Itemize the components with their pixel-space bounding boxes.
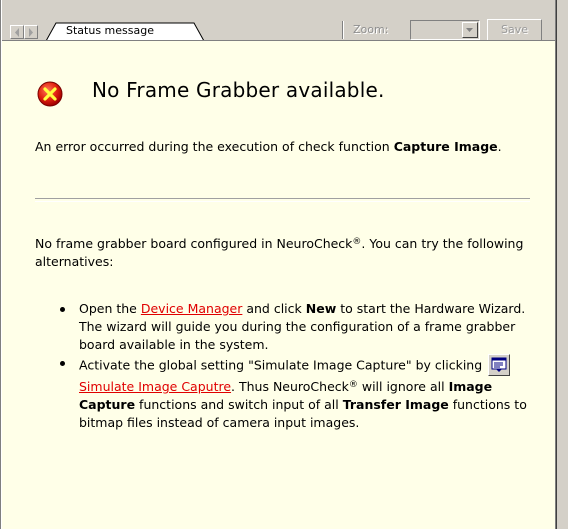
alt2-text-a: Activate the global setting "Simulate Im… — [79, 357, 487, 373]
tab-label: Status message — [66, 24, 154, 37]
toolbar-separator — [342, 21, 344, 39]
alt2-bold-transfer-image: Transfer Image — [342, 397, 449, 412]
alternatives-list: Open the Device Manager and click New to… — [35, 300, 535, 432]
tab-status-message[interactable]: Status message — [46, 22, 206, 41]
error-icon — [37, 81, 63, 107]
list-item: Open the Device Manager and click New to… — [35, 300, 535, 354]
toolbar: Status message Zoom: Save — [2, 0, 555, 41]
zoom-dropdown-button[interactable] — [462, 22, 478, 38]
message-title: No Frame Grabber available. — [92, 78, 385, 102]
intro-text: No frame grabber board configured in Neu… — [35, 235, 540, 271]
list-item: Activate the global setting "Simulate Im… — [35, 354, 535, 432]
zoom-select[interactable] — [410, 20, 480, 40]
divider — [35, 198, 530, 202]
bullet — [60, 361, 65, 366]
save-button[interactable]: Save — [487, 19, 542, 41]
simulate-capture-button[interactable] — [488, 354, 511, 376]
alt2-text-c: will ignore all — [357, 379, 449, 394]
arrow-left-icon — [15, 28, 19, 37]
alt1-text-b: and click — [242, 301, 306, 316]
next-button[interactable] — [24, 25, 38, 39]
alt2-text-d: functions and switch input of all — [135, 397, 343, 412]
error-function: Capture Image — [393, 139, 498, 154]
status-message-panel: No Frame Grabber available. An error occ… — [2, 41, 555, 529]
simulate-image-capture-link[interactable]: Simulate Image Caputre — [79, 379, 231, 394]
alt1-bold-new: New — [305, 301, 337, 316]
simulate-capture-icon — [491, 357, 507, 372]
error-prefix: An error occurred during the execution o… — [35, 139, 394, 154]
device-manager-link[interactable]: Device Manager — [141, 301, 243, 316]
prev-button[interactable] — [10, 25, 24, 39]
zoom-label: Zoom: — [353, 23, 389, 36]
intro-text-a: No frame grabber board configured in Neu… — [35, 236, 353, 251]
chevron-down-icon — [466, 28, 473, 32]
bullet — [60, 307, 65, 312]
arrow-right-icon — [29, 28, 33, 37]
alt1-text-a: Open the — [79, 301, 141, 316]
error-suffix: . — [497, 139, 502, 154]
window-gutter — [557, 0, 568, 529]
alt2-text-b: . Thus NeuroCheck — [231, 379, 349, 394]
error-description: An error occurred during the execution o… — [35, 138, 540, 156]
registered-mark: ® — [348, 380, 358, 390]
